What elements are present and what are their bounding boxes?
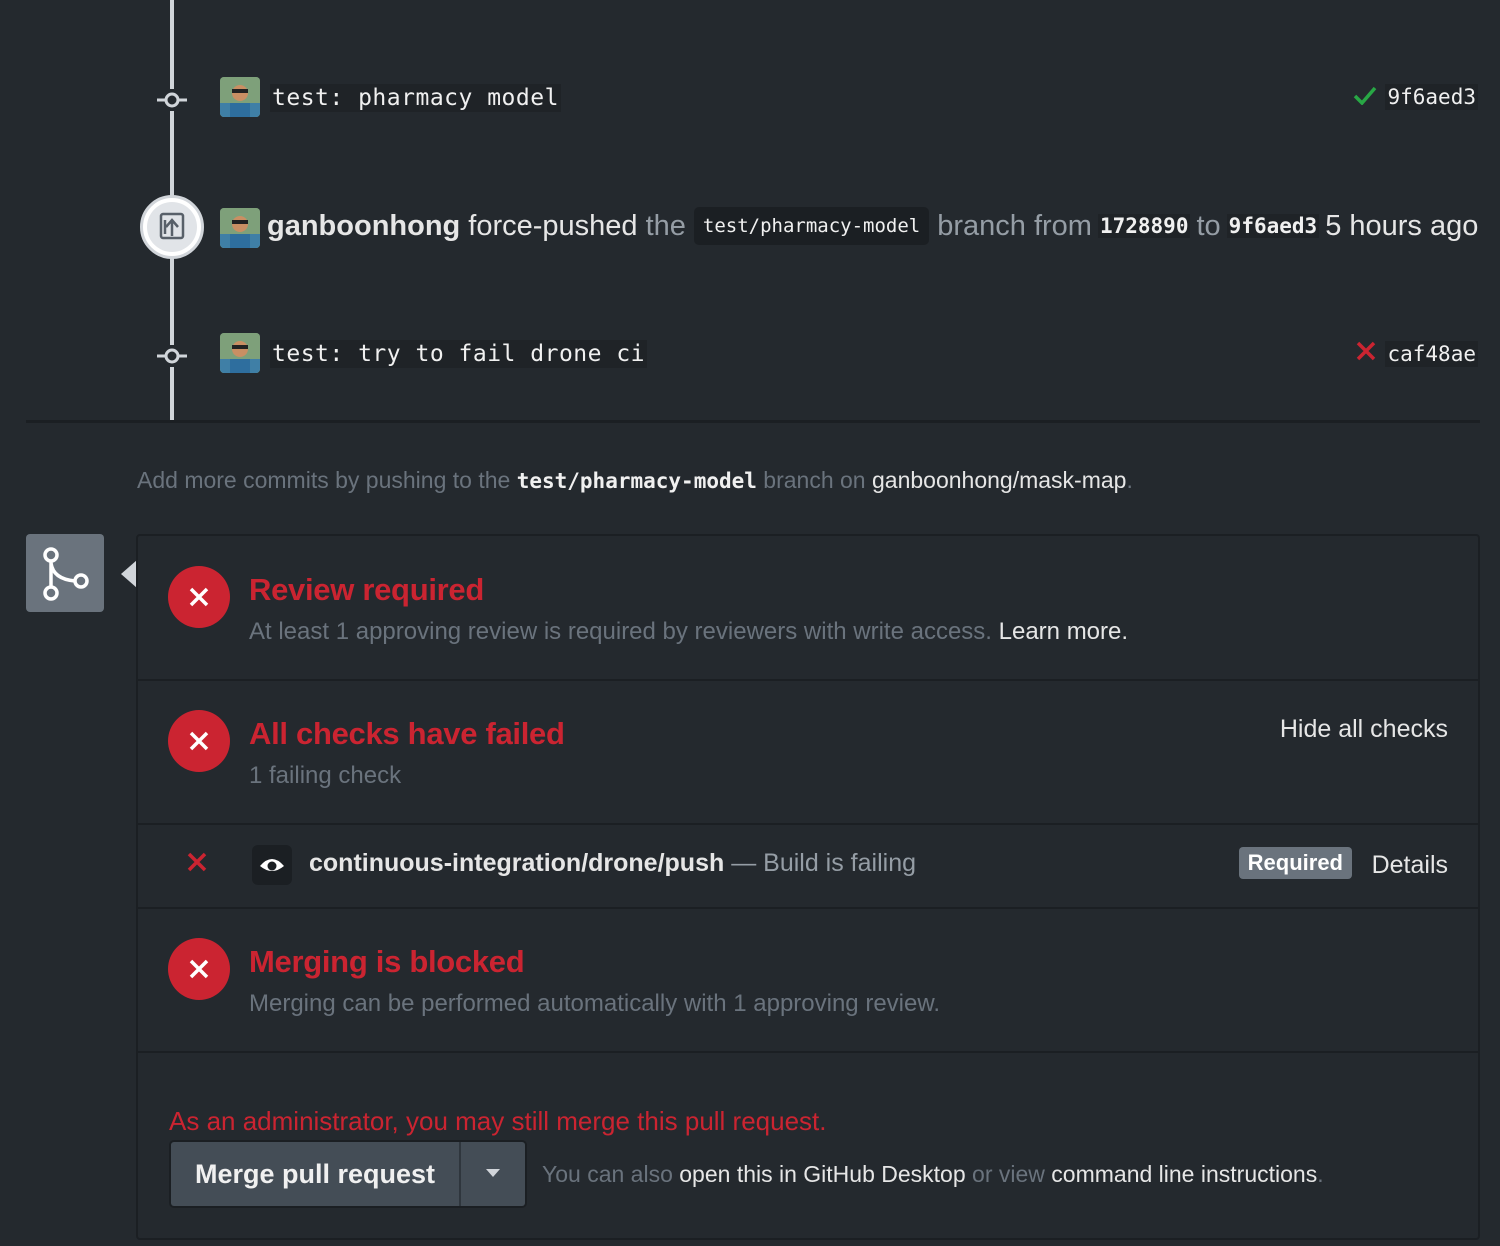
merging-blocked-desc: Merging can be performed automatically w…: [249, 990, 941, 1017]
to-sha-link[interactable]: 9f6aed3: [1226, 214, 1320, 238]
repo-push-icon: [140, 195, 204, 259]
event-to: to: [1196, 209, 1221, 242]
event-branch-from: branch from: [937, 209, 1092, 242]
from-sha-link[interactable]: 1728890: [1097, 214, 1191, 238]
git-commit-icon: [155, 89, 189, 111]
x-icon[interactable]: [1355, 340, 1377, 367]
event-time[interactable]: 5 hours ago: [1325, 210, 1478, 243]
commit-message-link[interactable]: test: try to fail drone ci: [270, 340, 648, 368]
force-push-event: ganboonhong force-pushed the test/pharma…: [0, 195, 1500, 259]
commit-status: 9f6aed3: [1353, 84, 1478, 110]
review-required-title: Review required: [249, 572, 484, 607]
branch-name: test/pharmacy-model: [693, 207, 930, 245]
avatar[interactable]: [220, 77, 260, 117]
alt-or: or view: [972, 1161, 1045, 1187]
learn-more-link[interactable]: Learn more.: [999, 618, 1128, 645]
alternative-options: You can also open this in GitHub Desktop…: [542, 1161, 1324, 1188]
admin-note: As an administrator, you may still merge…: [169, 1106, 827, 1136]
x-circle-icon: [168, 566, 230, 628]
review-required-desc: At least 1 approving review is required …: [249, 618, 1128, 646]
force-push-text: ganboonhong force-pushed the test/pharma…: [267, 207, 1478, 245]
timeline-separator: [26, 420, 1480, 423]
merge-box-pointer: [121, 560, 137, 588]
merge-box: Review required At least 1 approving rev…: [136, 534, 1480, 1240]
git-merge-icon: [26, 534, 104, 612]
check-icon[interactable]: [1353, 85, 1377, 110]
event-action: force-pushed: [468, 209, 638, 242]
avatar[interactable]: [220, 333, 260, 373]
commit-sha-link[interactable]: caf48ae: [1385, 340, 1478, 367]
commit-row: test: try to fail drone ci caf48ae: [0, 331, 1500, 381]
checks-title: All checks have failed: [249, 716, 565, 751]
checks-section: All checks have failed 1 failing check H…: [138, 681, 1478, 825]
hide-all-checks-button[interactable]: Hide all checks: [1280, 715, 1448, 744]
x-circle-icon: [168, 938, 230, 1000]
hint-branch: test/pharmacy-model: [516, 469, 757, 493]
pr-timeline-page: test: pharmacy model 9f6aed3 ganboonhong…: [0, 0, 1500, 1246]
merge-method-dropdown[interactable]: [459, 1142, 526, 1206]
merging-blocked-section: Merging is blocked Merging can be perfor…: [138, 909, 1478, 1053]
drone-icon: [252, 845, 292, 885]
required-badge: Required: [1238, 847, 1352, 879]
check-name: continuous-integration/drone/push — Buil…: [309, 849, 916, 878]
check-description: — Build is failing: [731, 849, 917, 877]
review-desc-text: At least 1 approving review is required …: [249, 618, 992, 645]
details-link[interactable]: Details: [1372, 851, 1448, 880]
check-context: continuous-integration/drone/push: [309, 849, 725, 877]
merge-button-group: Merge pull request: [169, 1140, 528, 1208]
commit-message-link[interactable]: test: pharmacy model: [270, 84, 561, 112]
merge-pull-request-button[interactable]: Merge pull request: [171, 1142, 460, 1206]
avatar[interactable]: [220, 208, 260, 248]
alt-suffix: .: [1317, 1161, 1324, 1187]
checks-desc: 1 failing check: [249, 762, 402, 789]
check-item: continuous-integration/drone/push — Buil…: [138, 825, 1478, 909]
x-circle-icon: [168, 710, 230, 772]
review-required-section: Review required At least 1 approving rev…: [138, 536, 1478, 681]
hint-repo-link[interactable]: ganboonhong/mask-map: [872, 467, 1126, 493]
alt-prefix: You can also: [542, 1161, 673, 1187]
command-line-link[interactable]: command line instructions: [1051, 1161, 1317, 1187]
caret-down-icon: [485, 1165, 501, 1183]
event-the: the: [645, 209, 686, 242]
actor-link[interactable]: ganboonhong: [267, 210, 460, 243]
commit-status: caf48ae: [1355, 340, 1478, 367]
hint-prefix: Add more commits by pushing to the: [137, 467, 511, 493]
x-icon: [186, 851, 208, 878]
git-commit-icon: [155, 345, 189, 367]
merging-blocked-title: Merging is blocked: [249, 944, 525, 979]
github-desktop-link[interactable]: open this in GitHub Desktop: [679, 1161, 965, 1187]
push-hint: Add more commits by pushing to the test/…: [137, 467, 1133, 494]
hint-middle: branch on: [763, 467, 866, 493]
commit-row: test: pharmacy model 9f6aed3: [0, 75, 1500, 125]
hint-suffix: .: [1126, 467, 1133, 493]
commit-sha-link[interactable]: 9f6aed3: [1385, 84, 1478, 110]
